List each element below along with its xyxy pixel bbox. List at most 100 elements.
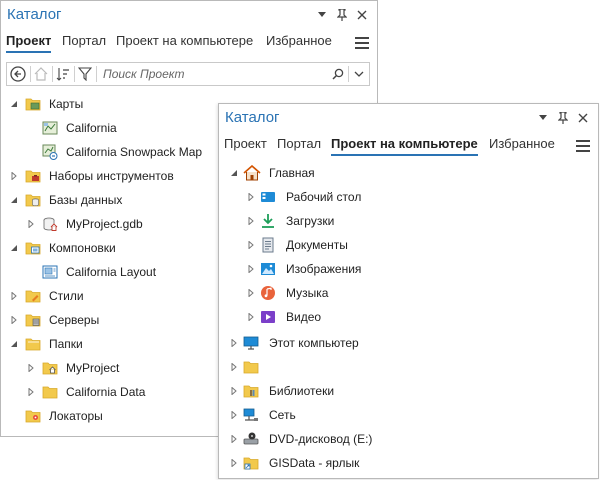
tree-item-label: Документы bbox=[286, 238, 348, 252]
filter-icon[interactable] bbox=[76, 63, 94, 85]
tab-computer[interactable]: Проект на компьютере bbox=[331, 136, 478, 156]
options-dropdown-icon[interactable] bbox=[315, 7, 329, 23]
tree-item-label: Папки bbox=[49, 337, 83, 351]
collapse-arrow-icon[interactable] bbox=[9, 333, 19, 355]
layout-icon bbox=[42, 264, 58, 280]
expand-arrow-icon[interactable] bbox=[229, 356, 239, 378]
libraries-icon bbox=[243, 383, 259, 399]
tree-item[interactable]: Документы bbox=[219, 234, 598, 256]
sort-icon[interactable] bbox=[54, 63, 72, 85]
pin-icon[interactable] bbox=[556, 110, 570, 126]
tree-item-label: GISData - ярлык bbox=[269, 456, 360, 470]
search-icon[interactable] bbox=[329, 63, 347, 85]
expand-arrow-icon[interactable] bbox=[9, 285, 19, 307]
tree-item-label: Стили bbox=[49, 289, 84, 303]
pictures-icon bbox=[260, 261, 276, 277]
tree-item[interactable] bbox=[219, 356, 598, 378]
close-icon[interactable] bbox=[355, 7, 369, 23]
menu-icon[interactable] bbox=[355, 37, 369, 49]
tab-project[interactable]: Проект bbox=[6, 33, 52, 53]
expand-arrow-icon[interactable] bbox=[26, 381, 36, 403]
tree-item-label: Сеть bbox=[269, 408, 296, 422]
tree-item-label: California bbox=[66, 121, 117, 135]
expand-arrow-icon[interactable] bbox=[9, 309, 19, 331]
tab-portal[interactable]: Портал bbox=[62, 33, 106, 48]
tree-item-label: Музыка bbox=[286, 286, 329, 300]
styles-folder-icon bbox=[25, 288, 41, 304]
options-dropdown-icon[interactable] bbox=[536, 110, 550, 126]
expand-arrow-icon[interactable] bbox=[246, 210, 256, 232]
tree-item[interactable]: Главная bbox=[219, 162, 598, 184]
layouts-folder-icon bbox=[25, 240, 41, 256]
pin-icon[interactable] bbox=[335, 7, 349, 23]
home-disabled-icon[interactable] bbox=[32, 63, 50, 85]
tree-item-label: Компоновки bbox=[49, 241, 116, 255]
search-input[interactable]: Поиск Проект bbox=[103, 67, 185, 81]
menu-icon[interactable] bbox=[576, 140, 590, 152]
back-icon[interactable] bbox=[8, 63, 28, 85]
pane-title: Каталог bbox=[225, 109, 280, 126]
tree-item-label: Серверы bbox=[49, 313, 100, 327]
tab-project[interactable]: Проект bbox=[224, 136, 267, 151]
tree-item-label: California Snowpack Map bbox=[66, 145, 203, 159]
collapse-arrow-icon[interactable] bbox=[9, 189, 19, 211]
close-icon[interactable] bbox=[576, 110, 590, 126]
expand-arrow-icon[interactable] bbox=[26, 357, 36, 379]
tree-item-label: Рабочий стол bbox=[286, 190, 362, 204]
tree-item-label: MyProject bbox=[66, 361, 120, 375]
folder-icon bbox=[243, 359, 259, 375]
expand-arrow-icon[interactable] bbox=[246, 186, 256, 208]
network-icon bbox=[243, 407, 259, 423]
desktop-icon bbox=[260, 189, 276, 205]
maps-folder-icon bbox=[25, 96, 41, 112]
servers-folder-icon bbox=[25, 312, 41, 328]
tree-item[interactable]: DVD-дисковод (E:) bbox=[219, 428, 598, 450]
search-options-dropdown-icon[interactable] bbox=[350, 63, 368, 85]
computer-icon bbox=[243, 335, 259, 351]
tab-computer[interactable]: Проект на компьютере bbox=[116, 33, 253, 48]
tree-item[interactable]: Этот компьютер bbox=[219, 332, 598, 354]
tab-favorites[interactable]: Избранное bbox=[489, 136, 555, 151]
tab-portal[interactable]: Портал bbox=[277, 136, 321, 151]
expand-arrow-icon[interactable] bbox=[26, 213, 36, 235]
tree-item[interactable]: Музыка bbox=[219, 282, 598, 304]
expand-arrow-icon[interactable] bbox=[246, 258, 256, 280]
tree-item-label: Локаторы bbox=[49, 409, 103, 423]
expand-arrow-icon[interactable] bbox=[229, 452, 239, 474]
expand-arrow-icon[interactable] bbox=[246, 282, 256, 304]
tree-item-label: California Layout bbox=[66, 265, 157, 279]
tree-item[interactable]: Рабочий стол bbox=[219, 186, 598, 208]
home-folder-icon bbox=[42, 360, 58, 376]
expand-arrow-icon[interactable] bbox=[229, 404, 239, 426]
tree-item-label: Базы данных bbox=[49, 193, 123, 207]
tree-item[interactable]: GISData - ярлык bbox=[219, 452, 598, 474]
expand-arrow-icon[interactable] bbox=[229, 428, 239, 450]
tree-item[interactable]: Изображения bbox=[219, 258, 598, 280]
tree-item-label: Наборы инструментов bbox=[49, 169, 174, 183]
collapse-arrow-icon[interactable] bbox=[229, 162, 239, 184]
tab-strip: Проект Портал Проект на компьютере Избра… bbox=[1, 31, 377, 53]
folder-shortcut-icon bbox=[243, 455, 259, 471]
toolbox-folder-icon bbox=[25, 168, 41, 184]
folders-icon bbox=[25, 336, 41, 352]
collapse-arrow-icon[interactable] bbox=[9, 237, 19, 259]
expand-arrow-icon[interactable] bbox=[229, 332, 239, 354]
tree-item[interactable]: Библиотеки bbox=[219, 380, 598, 402]
tree-item[interactable]: Сеть bbox=[219, 404, 598, 426]
tree-item[interactable]: Видео bbox=[219, 306, 598, 328]
pane-titlebar: Каталог bbox=[219, 104, 598, 132]
tree-item-label: Карты bbox=[49, 97, 84, 111]
expand-arrow-icon[interactable] bbox=[246, 234, 256, 256]
catalog-pane-computer: Каталог Проект Портал Проект на компьюте… bbox=[218, 103, 599, 479]
expand-arrow-icon[interactable] bbox=[229, 380, 239, 402]
tab-strip: Проект Портал Проект на компьютере Избра… bbox=[219, 134, 598, 156]
folder-icon bbox=[42, 384, 58, 400]
collapse-arrow-icon[interactable] bbox=[9, 93, 19, 115]
music-icon bbox=[260, 285, 276, 301]
tree-item[interactable]: Загрузки bbox=[219, 210, 598, 232]
pane-title: Каталог bbox=[7, 6, 62, 23]
documents-icon bbox=[260, 237, 276, 253]
expand-arrow-icon[interactable] bbox=[9, 165, 19, 187]
tab-favorites[interactable]: Избранное bbox=[266, 33, 332, 48]
expand-arrow-icon[interactable] bbox=[246, 306, 256, 328]
